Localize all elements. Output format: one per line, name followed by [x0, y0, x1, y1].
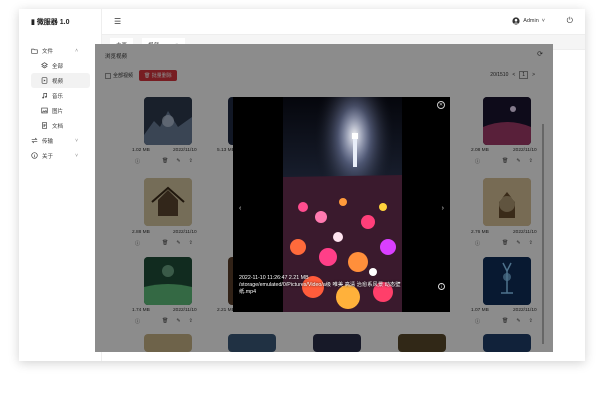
info-icon[interactable]: i: [438, 283, 445, 290]
sidebar-item-label: 图片: [52, 108, 64, 115]
sidebar: ▮ 微服器 1.0 文件 ˄ 全部 视频 音乐 图片 文档 传输 ˅ 关于 ˅: [19, 9, 102, 361]
chevron-down-icon: ˅: [75, 153, 78, 159]
media-preview-modal: ✕ ‹ › 2022-11-10 11:26:47 2.21 MB /stora…: [233, 97, 450, 312]
chevron-up-icon: ˄: [75, 48, 78, 54]
close-icon[interactable]: ✕: [437, 101, 445, 109]
sidebar-item-images[interactable]: 图片: [19, 103, 102, 118]
sidebar-item-label: 文件: [42, 48, 54, 55]
chevron-down-icon: ˅: [541, 18, 545, 24]
avatar-icon: [512, 17, 520, 25]
chevron-down-icon: ˅: [75, 138, 78, 144]
app-logo: ▮ 微服器 1.0: [31, 17, 70, 27]
sidebar-item-video[interactable]: 视频: [31, 73, 90, 88]
sidebar-item-files[interactable]: 文件 ˄: [19, 43, 102, 58]
sidebar-item-docs[interactable]: 文档: [19, 118, 102, 133]
layers-icon: [41, 62, 48, 69]
user-menu[interactable]: Admin ˅: [512, 17, 545, 25]
sidebar-item-label: 全部: [52, 63, 64, 70]
music-icon: [41, 92, 48, 99]
next-arrow-icon[interactable]: ›: [442, 205, 444, 212]
image-icon: [41, 107, 48, 114]
menu-toggle-icon[interactable]: ☰: [114, 17, 121, 26]
sidebar-item-about[interactable]: 关于 ˅: [19, 148, 102, 163]
media-path: /storage/emulated/0/Pictures/Video/a级 唯美…: [239, 282, 401, 295]
top-bar: ☰ Admin ˅ ⏻: [102, 9, 585, 35]
sidebar-item-label: 音乐: [52, 93, 64, 100]
logo-icon: ▮: [31, 19, 35, 26]
sidebar-item-music[interactable]: 音乐: [19, 88, 102, 103]
doc-icon: [41, 122, 48, 129]
sidebar-item-all[interactable]: 全部: [19, 58, 102, 73]
sidebar-item-transfer[interactable]: 传输 ˅: [19, 133, 102, 148]
sidebar-nav: 文件 ˄ 全部 视频 音乐 图片 文档 传输 ˅ 关于 ˅: [19, 43, 102, 163]
sidebar-item-label: 文档: [52, 123, 64, 130]
transfer-icon: [31, 137, 38, 144]
app-title: 微服器 1.0: [36, 19, 70, 26]
power-icon[interactable]: ⏻: [567, 16, 573, 26]
media-caption: 2022-11-10 11:26:47 2.21 MB /storage/emu…: [239, 275, 409, 296]
sidebar-item-label: 视频: [52, 78, 64, 85]
info-icon: [31, 152, 38, 159]
media-timestamp-size: 2022-11-10 11:26:47 2.21 MB: [239, 275, 309, 281]
sidebar-item-label: 传输: [42, 138, 54, 145]
sidebar-item-label: 关于: [42, 153, 54, 160]
video-icon: [41, 77, 48, 84]
user-name: Admin: [523, 18, 539, 24]
folder-icon: [31, 47, 38, 54]
previous-arrow-icon[interactable]: ‹: [239, 205, 241, 212]
